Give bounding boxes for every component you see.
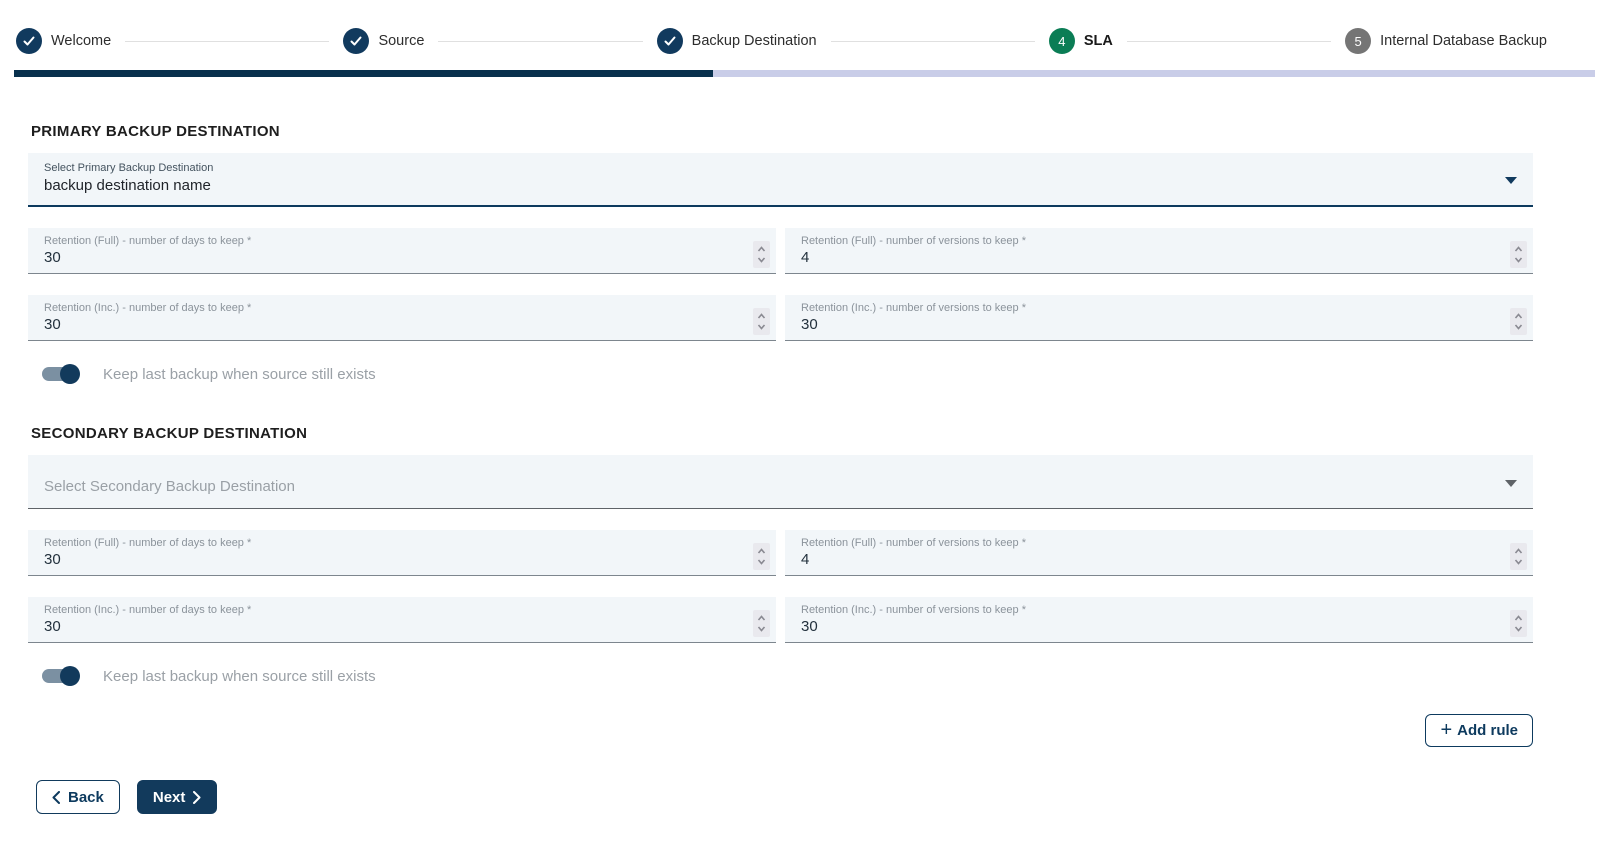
step-number-badge: 4	[1049, 28, 1075, 54]
primary-retention-full-versions-input[interactable]	[801, 249, 1487, 266]
field-label: Retention (Full) - number of days to kee…	[44, 235, 760, 247]
field-label: Retention (Inc.) - number of days to kee…	[44, 302, 760, 314]
chevron-down-icon	[1505, 480, 1517, 487]
step-backup-destination[interactable]: Backup Destination	[657, 28, 817, 54]
primary-keep-last-backup-label: Keep last backup when source still exist…	[103, 366, 376, 383]
field-label: Retention (Inc.) - number of versions to…	[801, 604, 1517, 616]
primary-retention-inc-days-field[interactable]: Retention (Inc.) - number of days to kee…	[28, 295, 776, 341]
wizard-stepper: Welcome Source Backup Destination 4 SLA …	[16, 28, 1547, 54]
toggle-thumb	[60, 666, 80, 686]
field-label: Retention (Inc.) - number of days to kee…	[44, 604, 760, 616]
secondary-keep-last-backup-toggle[interactable]	[42, 669, 76, 683]
step-connector	[831, 41, 1035, 42]
field-label: Retention (Full) - number of days to kee…	[44, 537, 760, 549]
number-stepper[interactable]	[753, 241, 770, 268]
field-label: Retention (Inc.) - number of versions to…	[801, 302, 1517, 314]
primary-retention-inc-versions-field[interactable]: Retention (Inc.) - number of versions to…	[785, 295, 1533, 341]
step-label: SLA	[1084, 33, 1113, 49]
primary-section-title: PRIMARY BACKUP DESTINATION	[31, 123, 1533, 140]
secondary-retention-inc-versions-field[interactable]: Retention (Inc.) - number of versions to…	[785, 597, 1533, 643]
step-internal-database-backup[interactable]: 5 Internal Database Backup	[1345, 28, 1547, 54]
wizard-progress-track	[14, 70, 1595, 77]
back-label: Back	[68, 789, 104, 806]
field-label: Retention (Full) - number of versions to…	[801, 235, 1517, 247]
number-stepper[interactable]	[1510, 543, 1527, 570]
check-icon	[343, 28, 369, 54]
step-source[interactable]: Source	[343, 28, 424, 54]
step-number-badge: 5	[1345, 28, 1371, 54]
progress-fill	[14, 70, 713, 77]
secondary-retention-full-days-field[interactable]: Retention (Full) - number of days to kee…	[28, 530, 776, 576]
next-label: Next	[153, 789, 186, 806]
number-stepper[interactable]	[753, 610, 770, 637]
secondary-keep-last-backup-label: Keep last backup when source still exist…	[103, 668, 376, 685]
check-icon	[657, 28, 683, 54]
step-connector	[1127, 41, 1331, 42]
primary-retention-full-days-input[interactable]	[44, 249, 730, 266]
step-connector	[438, 41, 642, 42]
primary-destination-select[interactable]: Select Primary Backup Destination backup…	[28, 153, 1533, 207]
back-button[interactable]: Back	[36, 780, 120, 814]
secondary-section-title: SECONDARY BACKUP DESTINATION	[31, 425, 1533, 442]
number-stepper[interactable]	[753, 308, 770, 335]
number-stepper[interactable]	[1510, 610, 1527, 637]
primary-keep-last-backup-toggle[interactable]	[42, 367, 76, 381]
field-label: Retention (Full) - number of versions to…	[801, 537, 1517, 549]
secondary-retention-full-versions-input[interactable]	[801, 551, 1487, 568]
chevron-right-icon	[193, 791, 201, 804]
secondary-destination-select[interactable]: Select Secondary Backup Destination	[28, 455, 1533, 509]
primary-destination-select-label: Select Primary Backup Destination	[44, 162, 1517, 174]
number-stepper[interactable]	[1510, 241, 1527, 268]
step-label: Internal Database Backup	[1380, 33, 1547, 49]
secondary-retention-inc-days-input[interactable]	[44, 618, 730, 635]
chevron-down-icon	[1505, 177, 1517, 184]
step-connector	[125, 41, 329, 42]
secondary-retention-inc-versions-input[interactable]	[801, 618, 1487, 635]
check-icon	[16, 28, 42, 54]
next-button[interactable]: Next	[137, 780, 218, 814]
primary-retention-inc-versions-input[interactable]	[801, 316, 1487, 333]
plus-icon: +	[1440, 720, 1452, 740]
sla-form: PRIMARY BACKUP DESTINATION Select Primar…	[28, 123, 1533, 814]
number-stepper[interactable]	[753, 543, 770, 570]
step-label: Source	[378, 33, 424, 49]
primary-retention-full-days-field[interactable]: Retention (Full) - number of days to kee…	[28, 228, 776, 274]
number-stepper[interactable]	[1510, 308, 1527, 335]
step-sla[interactable]: 4 SLA	[1049, 28, 1113, 54]
secondary-retention-full-versions-field[interactable]: Retention (Full) - number of versions to…	[785, 530, 1533, 576]
step-label: Backup Destination	[692, 33, 817, 49]
step-welcome[interactable]: Welcome	[16, 28, 111, 54]
secondary-destination-select-placeholder: Select Secondary Backup Destination	[44, 478, 295, 495]
secondary-retention-inc-days-field[interactable]: Retention (Inc.) - number of days to kee…	[28, 597, 776, 643]
chevron-left-icon	[52, 791, 60, 804]
primary-retention-inc-days-input[interactable]	[44, 316, 730, 333]
add-rule-label: Add rule	[1457, 722, 1518, 739]
primary-destination-select-value: backup destination name	[44, 177, 1517, 194]
secondary-retention-full-days-input[interactable]	[44, 551, 730, 568]
toggle-thumb	[60, 364, 80, 384]
add-rule-button[interactable]: + Add rule	[1425, 714, 1533, 747]
primary-retention-full-versions-field[interactable]: Retention (Full) - number of versions to…	[785, 228, 1533, 274]
step-label: Welcome	[51, 33, 111, 49]
